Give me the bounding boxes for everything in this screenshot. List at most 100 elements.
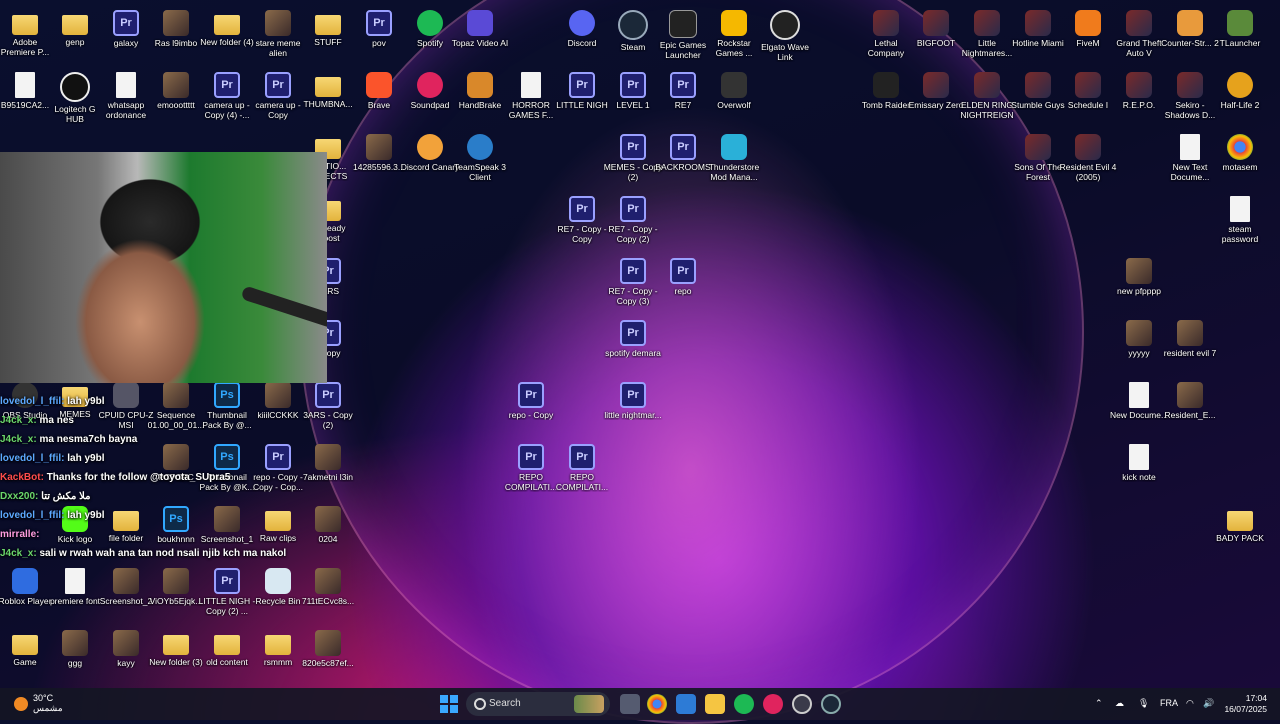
desktop-icon-new-pfpppp[interactable]: new pfpppp (1109, 253, 1169, 315)
search-placeholder: Search (489, 698, 521, 709)
desktop-icon-repo-compilati[interactable]: Pr REPO COMPILATI... (552, 439, 612, 501)
chat-username: Dxx200: (0, 491, 42, 502)
desktop-icon-motasem[interactable]: motasem (1210, 129, 1270, 191)
desktop-icon-resident-evil-7[interactable]: resident evil 7 (1160, 315, 1220, 377)
weather-widget[interactable]: 30°C مشمس (33, 693, 63, 713)
network-icon[interactable]: ◠ (1186, 698, 1194, 718)
img-icon (113, 568, 139, 594)
steam-taskbar-icon[interactable] (821, 694, 841, 714)
file-explorer-icon[interactable] (705, 694, 725, 714)
folder-icon (315, 77, 341, 97)
desktop-icon-teamspeak-3-client[interactable]: TeamSpeak 3 Client (450, 129, 510, 191)
desktop-icon-spotify-demara[interactable]: Pr spotify demara (603, 315, 663, 377)
game-icon (1126, 10, 1152, 36)
chat-message: lovedol_l_ffil: lah y9bl (0, 449, 330, 468)
doc-icon (65, 568, 85, 594)
desktop-icon-bady-pack[interactable]: BADY PACK (1210, 501, 1270, 563)
img-icon (1126, 258, 1152, 284)
pr-icon: Pr (569, 196, 595, 222)
pr-icon: Pr (670, 72, 696, 98)
photos-taskbar-icon[interactable] (676, 694, 696, 714)
img-icon (113, 630, 139, 656)
chat-message: mirralle: (0, 525, 330, 544)
roblox-icon (12, 568, 38, 594)
game-icon (923, 10, 949, 36)
chat-message: Dxx200: ملا مكش تتا (0, 487, 330, 506)
desktop-icon-label: Thunderstore Mod Mana... (708, 162, 760, 182)
chrome-taskbar-icon[interactable] (647, 694, 667, 714)
weather-temp: 30°C (33, 693, 54, 703)
chat-text: lah y9bl (67, 510, 105, 521)
desktop-icon-resident-e[interactable]: Resident_E... (1160, 377, 1220, 439)
desktop-icon-kick-note[interactable]: kick note (1109, 439, 1169, 501)
topaz-icon (467, 10, 493, 36)
game-icon (1025, 134, 1051, 160)
clock[interactable]: 17:04 16/07/2025 (1224, 693, 1267, 714)
language-indicator[interactable]: FRA (1160, 698, 1178, 718)
desktop-icon-14285596-3[interactable]: 14285596.3... (349, 129, 409, 191)
weather-sun-icon[interactable] (14, 697, 28, 711)
desktop-icon-label: Half-Life 2 (1220, 100, 1260, 110)
doc-icon (1180, 134, 1200, 160)
folder-icon (163, 635, 189, 655)
app-taskbar-icon[interactable] (792, 694, 812, 714)
desktop-icon-820e5c87ef[interactable]: 820e5c87ef... (298, 625, 358, 687)
folder-icon (12, 15, 38, 35)
volume-icon[interactable]: 🔊 (1203, 698, 1214, 718)
desktop-icon-repo-copy[interactable]: Pr repo - Copy (501, 377, 561, 439)
soundpad-icon (417, 72, 443, 98)
img-icon (1126, 320, 1152, 346)
doc-icon (1230, 196, 1250, 222)
desktop-icon-overwolf[interactable]: Overwolf (704, 67, 764, 129)
task-view-icon[interactable] (620, 694, 640, 714)
folder-icon (1227, 511, 1253, 531)
desktop-icon-label: 820e5c87ef... (302, 658, 354, 668)
rockstar-icon (721, 10, 747, 36)
desktop-icon-topaz-video-ai[interactable]: Topaz Video AI (450, 5, 510, 67)
chat-message: J4ck_x: ma nes (0, 411, 330, 430)
mc-icon (1227, 10, 1253, 36)
game-icon (923, 72, 949, 98)
chat-text: ma nes (39, 415, 74, 426)
onedrive-icon[interactable]: ☁ (1115, 698, 1124, 718)
desktop-icon-little-nightmar[interactable]: Pr little nightmar... (603, 377, 663, 439)
start-button[interactable] (440, 695, 458, 713)
desktop-icon-label: Topaz Video AI (451, 38, 509, 48)
chat-message: J4ck_x: ma nesma7ch bayna (0, 430, 330, 449)
ghub-icon (60, 72, 90, 102)
folder-icon (265, 635, 291, 655)
img-icon (265, 10, 291, 36)
taskbar-search[interactable]: Search (466, 692, 610, 716)
desktop-icon-half-life-2[interactable]: Half-Life 2 (1210, 67, 1270, 129)
desktop-icon-resident-evil-4-2005[interactable]: Resident Evil 4 (2005) (1058, 129, 1118, 191)
desktop-icon-thunderstore-mod-mana[interactable]: Thunderstore Mod Mana... (704, 129, 764, 191)
game-icon (1075, 134, 1101, 160)
desktop-icon-label: resident evil 7 (1163, 348, 1217, 358)
chat-message: lovedol_l_ffil: lah y9bl (0, 506, 330, 525)
spotify-taskbar-icon[interactable] (734, 694, 754, 714)
desktop-icon-re7-copy-copy-2[interactable]: Pr RE7 - Copy - Copy (2) (603, 191, 663, 253)
microphone-icon[interactable]: 🎙 (1138, 698, 1149, 718)
desktop-icon-label: 14285596.3... (353, 162, 405, 172)
doc-icon (521, 72, 541, 98)
img-icon (315, 630, 341, 656)
pr-icon: Pr (670, 134, 696, 160)
game-icon (873, 10, 899, 36)
pr-icon: Pr (569, 72, 595, 98)
desktop-icon-elgato-wave-link[interactable]: Elgato Wave Link (755, 5, 815, 67)
desktop-icon-711tecvc8s[interactable]: 711tECvc8s... (298, 563, 358, 625)
img-icon (163, 10, 189, 36)
chat-username: mirralle: (0, 529, 40, 540)
search-icon (474, 698, 486, 710)
desktop-icon-steam-password[interactable]: steam password (1210, 191, 1270, 253)
game-icon (974, 72, 1000, 98)
tray-overflow-icon[interactable]: ⌃ (1095, 698, 1103, 718)
pr-icon: Pr (214, 72, 240, 98)
desktop-icon-tlauncher[interactable]: TLauncher (1210, 5, 1270, 67)
desktop-icon-repo[interactable]: Pr repo (653, 253, 713, 315)
desktop-icon-label: new pfpppp (1117, 286, 1161, 296)
soundpad-taskbar-icon[interactable] (763, 694, 783, 714)
pr-icon: Pr (366, 10, 392, 36)
desktop-icon-label: little nightmar... (604, 410, 662, 420)
clock-time: 17:04 (1245, 693, 1267, 703)
